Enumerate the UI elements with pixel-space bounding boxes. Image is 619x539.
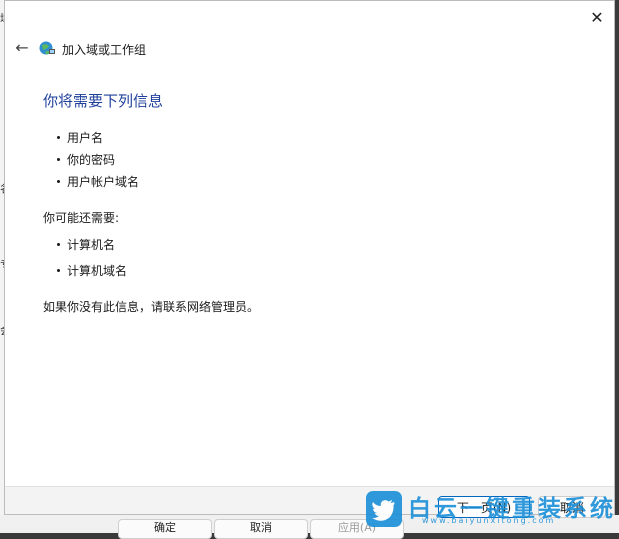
list-item: 计算机域名: [57, 262, 127, 288]
bullet-icon: [57, 136, 60, 139]
join-domain-dialog: ✕ ← 加入域或工作组 你将需要下列信息 用户名 你的密码 用户帐户域名 你可能…: [4, 0, 615, 515]
bullet-icon: [57, 243, 60, 246]
optional-info-heading: 你可能还需要:: [43, 211, 120, 225]
watermark-url: www.baiyunxitong.com: [422, 516, 556, 525]
page-heading: 你将需要下列信息: [43, 92, 164, 110]
list-item-label: 用户名: [67, 131, 104, 145]
list-item-label: 你的密码: [67, 153, 116, 167]
list-item: 用户帐户域名: [57, 173, 139, 195]
bullet-icon: [57, 158, 60, 161]
required-info-list: 用户名 你的密码 用户帐户域名: [57, 129, 139, 195]
list-item: 你的密码: [57, 151, 139, 173]
contact-admin-note: 如果你没有此信息，请联系网络管理员。: [43, 300, 260, 314]
bullet-icon: [57, 269, 60, 272]
list-item: 计算机名: [57, 236, 127, 262]
list-item: 用户名: [57, 129, 139, 151]
background-ok-button[interactable]: 确定: [118, 519, 212, 539]
list-item-label: 计算机域名: [67, 264, 128, 278]
background-cancel-button[interactable]: 取消: [214, 519, 308, 539]
twitter-bird-logo-icon: [366, 491, 402, 527]
wizard-title: 加入域或工作组: [62, 43, 147, 57]
watermark: 白云一键重装系统 www.baiyunxitong.com: [366, 489, 616, 529]
back-arrow-button[interactable]: ←: [11, 37, 33, 59]
list-item-label: 用户帐户域名: [67, 175, 140, 189]
optional-info-list: 计算机名 计算机域名: [57, 236, 127, 288]
close-button[interactable]: ✕: [582, 3, 612, 33]
network-globe-icon: [39, 41, 55, 55]
list-item-label: 计算机名: [67, 238, 116, 252]
bullet-icon: [57, 180, 60, 183]
